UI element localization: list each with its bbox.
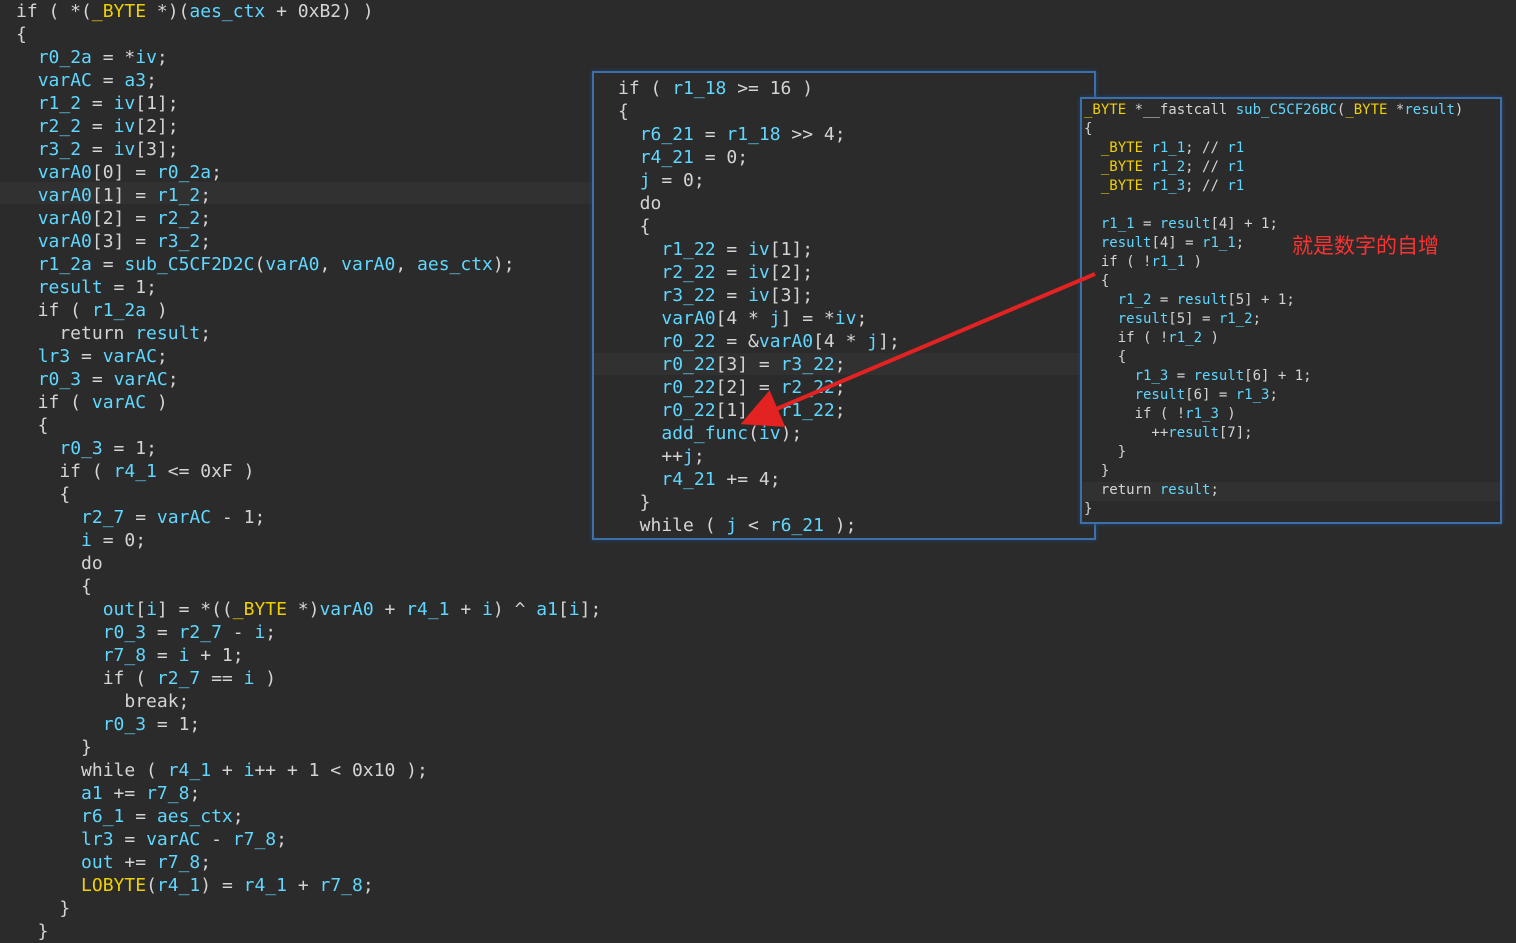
arrow-line bbox=[740, 272, 1096, 427]
annotation-arrow bbox=[740, 272, 1096, 427]
